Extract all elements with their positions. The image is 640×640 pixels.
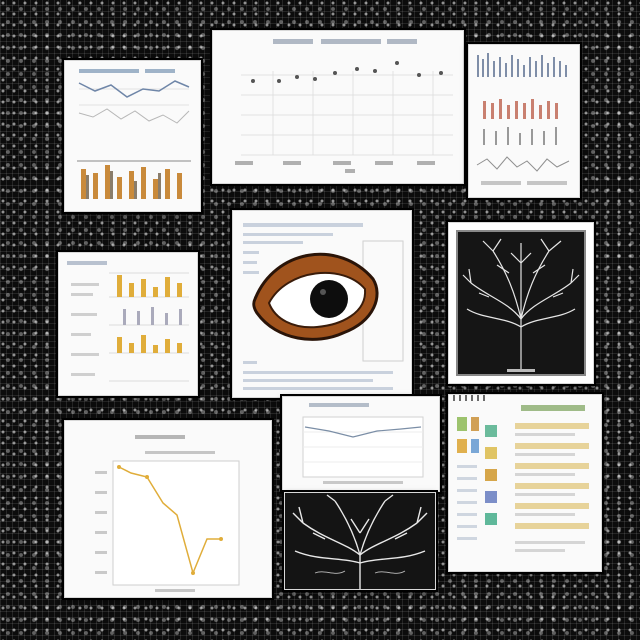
thumbnail-gold-line-card (64, 420, 272, 598)
eye-document-card (232, 210, 412, 398)
thumbnail-dot-chart-card (212, 30, 464, 184)
small-line-chart-graphic (302, 403, 424, 484)
dot-chart-graphic (235, 39, 453, 173)
tree-photo-card (284, 492, 436, 590)
thumbnail-barcode-card (468, 44, 580, 198)
eye-icon (252, 252, 379, 341)
document-table-graphic (453, 395, 589, 552)
gold-line-chart-graphic (95, 435, 240, 592)
tree-icon (456, 230, 586, 376)
line-bar-chart-graphic (77, 69, 191, 199)
gold-bars-graphic (67, 261, 189, 382)
tree-photo-graphic (292, 494, 428, 589)
thumbnail-gold-bars-card (58, 252, 198, 396)
thumbnail-small-line-card (282, 396, 440, 492)
thumbnail-line-bar-card (64, 60, 201, 212)
thumbnail-document-table-card (448, 394, 602, 572)
barcode-chart-graphic (476, 53, 570, 185)
tree-image-card (448, 222, 594, 384)
